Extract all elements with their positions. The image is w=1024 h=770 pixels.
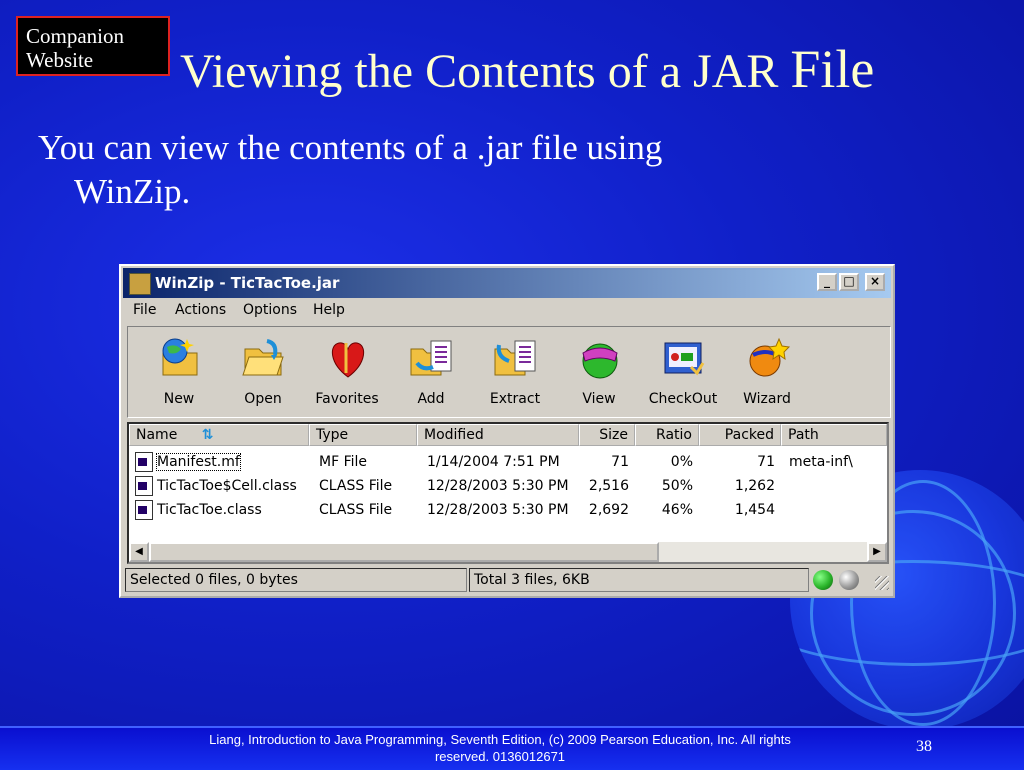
file-packed: 1,454	[734, 502, 775, 518]
horizontal-scrollbar[interactable]: ◀ ▶	[129, 542, 887, 562]
file-packed: 1,262	[734, 478, 775, 494]
slide-title: Viewing the Contents of a JAR File	[180, 38, 874, 100]
window-titlebar[interactable]: WinZip - TicTacToe.jar _ □ ×	[123, 268, 891, 298]
footer-bar: Liang, Introduction to Java Programming,…	[0, 726, 1024, 770]
toolbar: New Open Favorites Add Extract View Chec…	[127, 326, 891, 418]
status-total: Total 3 files, 6KB	[469, 568, 809, 592]
minimize-button[interactable]: _	[817, 273, 837, 291]
bullet-line-2: WinZip.	[74, 172, 191, 211]
file-path: meta-inf\	[789, 454, 853, 470]
column-header-path[interactable]: Path	[781, 424, 887, 446]
menubar: File Actions Options Help	[123, 300, 891, 322]
file-modified: 12/28/2003 5:30 PM	[427, 502, 569, 518]
file-icon	[135, 452, 153, 472]
extract-files-icon	[494, 340, 536, 376]
toolbar-extract-label: Extract	[489, 391, 541, 407]
file-row[interactable]: Manifest.mf MF File 1/14/2004 7:51 PM 71…	[129, 450, 887, 474]
page-number: 38	[916, 738, 932, 755]
toolbar-favorites-label: Favorites	[315, 391, 379, 407]
badge-line-2: Website	[26, 48, 94, 72]
toolbar-view-button[interactable]: View	[560, 331, 638, 413]
file-name: Manifest.mf	[156, 453, 241, 471]
column-header-type[interactable]: Type	[309, 424, 417, 446]
toolbar-checkout-button[interactable]: CheckOut	[644, 331, 722, 413]
toolbar-add-button[interactable]: Add	[392, 331, 470, 413]
file-icon	[135, 500, 153, 520]
new-globe-folder-icon	[162, 338, 198, 376]
file-ratio: 0%	[670, 454, 693, 470]
file-modified: 1/14/2004 7:51 PM	[427, 454, 560, 470]
scroll-thumb[interactable]	[149, 542, 659, 562]
toolbar-view-label: View	[582, 391, 616, 407]
menu-file[interactable]: File	[133, 302, 156, 318]
file-size: 71	[611, 454, 629, 470]
close-button[interactable]: ×	[865, 273, 885, 291]
file-size: 2,692	[588, 502, 629, 518]
toolbar-wizard-button[interactable]: Wizard	[728, 331, 806, 413]
winzip-window: WinZip - TicTacToe.jar _ □ × File Action…	[119, 264, 895, 598]
maximize-button[interactable]: □	[839, 273, 859, 291]
file-modified: 12/28/2003 5:30 PM	[427, 478, 569, 494]
file-ratio: 50%	[661, 478, 693, 494]
favorites-heart-icon	[331, 342, 365, 378]
status-gray-light-icon	[839, 570, 859, 590]
wizard-icon	[749, 337, 791, 377]
toolbar-wizard-label: Wizard	[743, 391, 791, 407]
column-header-size[interactable]: Size	[579, 424, 635, 446]
file-list: Name ⇅ Type Modified Size Ratio Packed P…	[127, 422, 889, 564]
column-header-name-label: Name	[136, 427, 178, 443]
window-title: WinZip - TicTacToe.jar	[155, 274, 340, 292]
companion-website-badge[interactable]: Companion Website	[16, 16, 170, 76]
file-type: CLASS File	[319, 478, 393, 494]
scroll-right-icon[interactable]: ▶	[867, 542, 887, 562]
toolbar-new-label: New	[163, 391, 195, 407]
winzip-app-icon	[129, 273, 151, 295]
view-goggles-icon	[582, 343, 618, 379]
badge-line-1: Companion	[26, 24, 124, 48]
toolbar-open-button[interactable]: Open	[224, 331, 302, 413]
bullet-text: You can view the contents of a .jar file…	[38, 126, 938, 214]
toolbar-new-button[interactable]: New	[140, 331, 218, 413]
slide-title-main: Viewing the Contents of a JAR	[180, 45, 779, 98]
column-header-packed[interactable]: Packed	[699, 424, 781, 446]
slide-title-last: File	[790, 39, 875, 99]
file-type: MF File	[319, 454, 368, 470]
column-header-name[interactable]: Name ⇅	[129, 424, 309, 446]
footer-copyright: Liang, Introduction to Java Programming,…	[209, 732, 791, 764]
menu-help[interactable]: Help	[313, 302, 345, 318]
toolbar-add-label: Add	[417, 391, 445, 407]
file-name: TicTacToe.class	[157, 502, 262, 518]
toolbar-checkout-label: CheckOut	[648, 391, 718, 407]
column-header-ratio[interactable]: Ratio	[635, 424, 699, 446]
menu-actions[interactable]: Actions	[175, 302, 226, 318]
sort-arrow-icon: ⇅	[201, 427, 214, 443]
column-header-modified[interactable]: Modified	[417, 424, 579, 446]
menu-options[interactable]: Options	[243, 302, 297, 318]
file-row[interactable]: TicTacToe.class CLASS File 12/28/2003 5:…	[129, 498, 887, 522]
checkout-icon	[664, 342, 705, 376]
open-folder-icon	[242, 339, 284, 376]
status-green-light-icon	[813, 570, 833, 590]
toolbar-favorites-button[interactable]: Favorites	[308, 331, 386, 413]
file-icon	[135, 476, 153, 496]
toolbar-open-label: Open	[244, 391, 282, 407]
scroll-left-icon[interactable]: ◀	[129, 542, 149, 562]
toolbar-extract-button[interactable]: Extract	[476, 331, 554, 413]
file-row[interactable]: TicTacToe$Cell.class CLASS File 12/28/20…	[129, 474, 887, 498]
file-size: 2,516	[588, 478, 629, 494]
slide: Companion Website Viewing the Contents o…	[0, 0, 1024, 770]
status-selected: Selected 0 files, 0 bytes	[125, 568, 467, 592]
file-type: CLASS File	[319, 502, 393, 518]
add-files-icon	[410, 340, 452, 376]
resize-grip-icon[interactable]	[875, 576, 889, 590]
bullet-line-1: You can view the contents of a .jar file…	[38, 128, 663, 167]
file-name: TicTacToe$Cell.class	[157, 478, 297, 494]
file-ratio: 46%	[661, 502, 693, 518]
file-packed: 71	[757, 454, 775, 470]
